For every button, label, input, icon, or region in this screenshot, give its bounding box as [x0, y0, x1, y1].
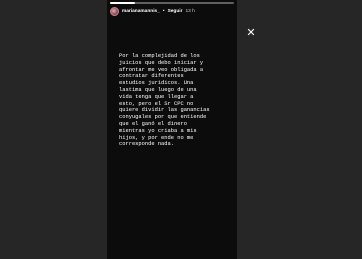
story-text: Por la complejidad de los juicios que de… — [119, 53, 210, 148]
close-icon[interactable]: ✕ — [245, 27, 257, 39]
separator-dot: • — [162, 8, 165, 14]
story-progress-bar — [110, 2, 234, 4]
avatar[interactable] — [110, 6, 119, 16]
story-frame[interactable]: marianamannis_ • Seguir 13 h Por la comp… — [107, 0, 237, 259]
story-timestamp: 13 h — [185, 8, 195, 14]
follow-button[interactable]: Seguir — [168, 9, 183, 14]
story-progress-fill — [110, 2, 135, 4]
story-viewer: marianamannis_ • Seguir 13 h Por la comp… — [0, 0, 362, 259]
story-header: marianamannis_ • Seguir 13 h — [110, 5, 234, 17]
username[interactable]: marianamannis_ — [122, 9, 160, 14]
